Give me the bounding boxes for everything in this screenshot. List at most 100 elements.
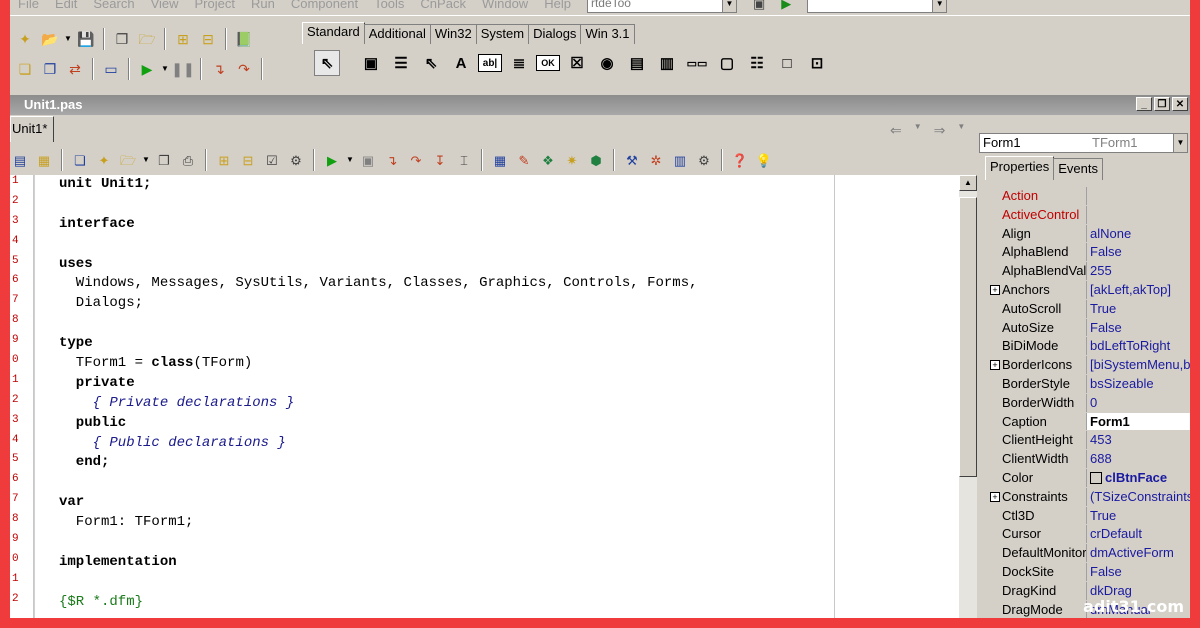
code-line[interactable]: end; (35, 453, 959, 473)
property-row[interactable]: Action (987, 187, 1190, 206)
property-name[interactable]: Align (987, 224, 1087, 243)
property-row[interactable]: Cursor crDefault (987, 525, 1190, 545)
view-unit-icon[interactable]: ❏ (14, 58, 36, 80)
tab-additional[interactable]: Additional (363, 24, 431, 44)
menu-view[interactable]: View (151, 0, 179, 11)
stop-icon[interactable]: ▣ (358, 150, 378, 170)
print-icon[interactable]: ⎙ (178, 150, 198, 170)
property-value[interactable]: clBtnFace (1087, 468, 1190, 487)
property-name[interactable]: BorderWidth (987, 393, 1087, 412)
property-value[interactable]: False (1087, 243, 1190, 262)
chevron-down-icon[interactable]: ▼ (957, 122, 965, 139)
property-value[interactable]: Form1 (1087, 412, 1190, 431)
code-line[interactable] (35, 573, 959, 593)
property-name[interactable]: DefaultMonitor (987, 544, 1087, 562)
chevron-down-icon[interactable]: ▼ (914, 122, 922, 139)
code-line[interactable]: TForm1 = class(TForm) (35, 354, 959, 374)
groupbox-icon[interactable]: ▢ (714, 50, 740, 76)
scroll-thumb[interactable] (959, 197, 977, 477)
actionlist-icon[interactable]: ⊡ (804, 50, 830, 76)
scroll-up-icon[interactable]: ▲ (959, 175, 977, 191)
code-line[interactable]: { Private declarations } (35, 394, 959, 414)
chevron-down-icon[interactable]: ▼ (721, 0, 736, 12)
editor-tab-unit1[interactable]: Unit1* (10, 116, 54, 142)
property-name[interactable]: + BorderIcons (987, 356, 1087, 374)
property-name[interactable]: + Constraints (987, 487, 1087, 506)
property-row[interactable]: DefaultMonitor dmActiveForm (987, 544, 1190, 563)
button-icon[interactable]: OK (536, 55, 560, 71)
save-icon[interactable]: 💾 (75, 28, 97, 50)
property-value[interactable]: [biSystemMenu,bi (1087, 356, 1190, 374)
minimize-icon[interactable]: _ (1136, 97, 1152, 111)
property-row[interactable]: + BorderIcons [biSystemMenu,bi (987, 356, 1190, 375)
help-icon[interactable]: ❓ (730, 150, 750, 170)
chevron-down-icon[interactable]: ▼ (1173, 134, 1187, 152)
chevron-down-icon[interactable]: ▼ (64, 28, 72, 50)
checkbox-icon[interactable]: ☒ (564, 50, 590, 76)
tab-events[interactable]: Events (1053, 158, 1103, 180)
property-value[interactable]: 255 (1087, 262, 1190, 280)
menu-run[interactable]: Run (251, 0, 275, 11)
pointer-icon[interactable]: ⇖ (314, 50, 340, 76)
run-icon[interactable]: ▶ (136, 58, 158, 80)
property-name[interactable]: + Anchors (987, 280, 1087, 299)
code-line[interactable]: interface (35, 215, 959, 235)
popup-menu-icon[interactable]: ⇖ (418, 50, 444, 76)
property-value[interactable]: False (1087, 318, 1190, 337)
property-value[interactable]: crDefault (1087, 525, 1190, 544)
property-value[interactable]: alNone (1087, 224, 1190, 243)
property-row[interactable]: AlphaBlend False (987, 243, 1190, 263)
property-name[interactable]: ActiveControl (987, 205, 1087, 224)
tab-win31[interactable]: Win 3.1 (580, 24, 635, 44)
plugin-icon[interactable]: ✲ (646, 150, 666, 170)
property-row[interactable]: AlphaBlendValu 255 (987, 262, 1190, 281)
property-name[interactable]: Action (987, 187, 1087, 205)
tab-win32[interactable]: Win32 (429, 24, 477, 44)
trace-into-icon[interactable]: ↴ (382, 150, 402, 170)
step-over-icon[interactable]: ↷ (406, 150, 426, 170)
property-row[interactable]: AutoScroll True (987, 299, 1190, 319)
statistics-icon[interactable]: ▥ (670, 150, 690, 170)
code-line[interactable]: var (35, 493, 959, 513)
edit-icon[interactable]: ab| (478, 54, 502, 72)
pause-icon[interactable]: ❚❚ (171, 58, 194, 80)
edit-pencil-icon[interactable]: ✎ (514, 150, 534, 170)
code-line[interactable]: unit Unit1; (35, 175, 959, 195)
property-row[interactable]: AutoSize False (987, 318, 1190, 338)
property-row[interactable]: ClientWidth 688 (987, 450, 1190, 469)
open-icon[interactable]: 📂 (39, 28, 61, 50)
remove-file-icon[interactable]: ⊟ (197, 28, 219, 50)
code-line[interactable] (35, 195, 959, 215)
property-row[interactable]: Caption Form1 (987, 412, 1190, 432)
scrollbar-icon[interactable]: ▭▭ (684, 50, 710, 76)
wizard-icon[interactable]: ✷ (562, 150, 582, 170)
property-name[interactable]: AlphaBlend (987, 243, 1087, 262)
code-line[interactable] (35, 235, 959, 255)
unit-list-icon[interactable]: ▤ (10, 150, 30, 170)
code-line[interactable] (35, 533, 959, 553)
new-icon[interactable]: ✦ (94, 150, 114, 170)
add-file-icon[interactable]: ⊞ (172, 28, 194, 50)
forward-arrow-icon[interactable]: ⇒ (934, 122, 946, 139)
menu-search[interactable]: Search (93, 0, 134, 11)
tip-bulb-icon[interactable]: 💡 (754, 150, 774, 170)
property-value[interactable]: 0 (1087, 393, 1190, 412)
property-value[interactable]: True (1087, 299, 1190, 318)
memo-icon[interactable]: ≣ (506, 50, 532, 76)
step-over-icon[interactable]: ↷ (233, 58, 255, 80)
property-value[interactable]: 688 (1087, 450, 1190, 468)
tools-icon[interactable]: ⚒ (622, 150, 642, 170)
tab-standard[interactable]: Standard (302, 22, 365, 44)
code-line[interactable] (35, 473, 959, 493)
open-icon[interactable]: 🗁 (118, 150, 138, 170)
run-icon[interactable]: ▶ (322, 150, 342, 170)
property-name[interactable]: AutoScroll (987, 299, 1087, 318)
property-name[interactable]: BorderStyle (987, 374, 1087, 393)
code-line[interactable]: Dialogs; (35, 294, 959, 314)
back-arrow-icon[interactable]: ⇐ (890, 122, 902, 139)
code-line[interactable]: { Public declarations } (35, 434, 959, 454)
components-icon[interactable]: ❖ (538, 150, 558, 170)
expand-plus-icon[interactable]: + (990, 284, 1000, 295)
desktop-combo[interactable]: rtdeToo ▼ (586, 0, 737, 13)
menu-cnpack[interactable]: CnPack (420, 0, 466, 11)
